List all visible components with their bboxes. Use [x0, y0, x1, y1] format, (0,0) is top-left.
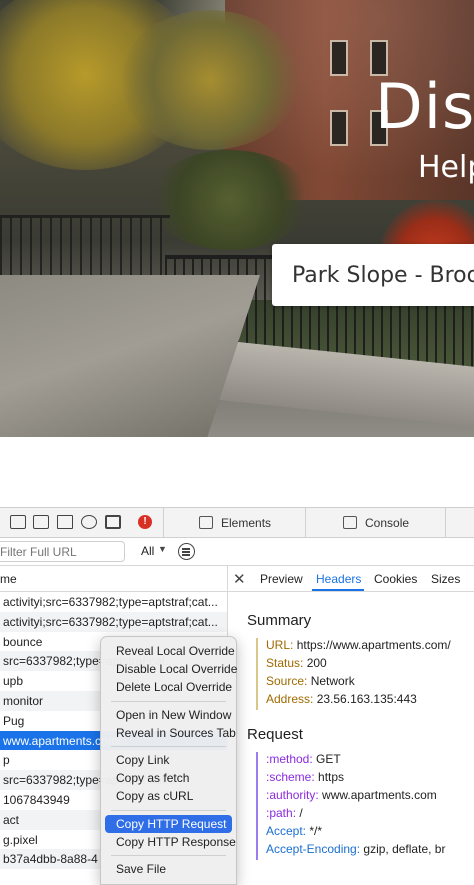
requests-column-header[interactable]: me — [0, 566, 228, 592]
menu-item-reveal-in-sources-tab[interactable]: Reveal in Sources Tab — [105, 724, 236, 742]
hero-image: Disc Help Park Slope - Broo — [0, 0, 474, 437]
summary-heading: Summary — [247, 612, 312, 629]
summary-row: URL: https://www.apartments.com/ — [266, 638, 451, 652]
elements-icon — [199, 516, 213, 529]
detail-tab-bar: ✕ Preview Headers Cookies Sizes — [228, 566, 474, 592]
close-icon[interactable]: ✕ — [233, 570, 246, 588]
device-mode-icon[interactable] — [105, 515, 121, 529]
undock-window-icon[interactable] — [57, 515, 73, 529]
summary-row: Status: 200 — [266, 656, 327, 670]
summary-block: URL: https://www.apartments.com/ Status:… — [256, 638, 451, 710]
request-header-row: Accept: */* — [266, 824, 323, 838]
inspect-crosshair-icon[interactable] — [81, 515, 97, 529]
menu-item-save-file[interactable]: Save File — [105, 860, 232, 878]
tab-console[interactable]: Console — [343, 508, 409, 538]
hero-title: Disc — [375, 70, 474, 143]
menu-separator — [111, 745, 226, 747]
devtools-toolbar: ! Elements Console — [0, 508, 474, 538]
resource-type-select[interactable]: All — [141, 544, 154, 558]
tab-sizes[interactable]: Sizes — [431, 572, 460, 586]
request-headers-block: :method: GET :scheme: https :authority: … — [256, 752, 445, 860]
tab-headers[interactable]: Headers — [316, 572, 361, 586]
menu-separator — [111, 809, 226, 811]
menu-separator — [111, 700, 226, 702]
tab-preview[interactable]: Preview — [260, 572, 303, 586]
menu-item-reveal-local-override[interactable]: Reveal Local Override — [105, 642, 235, 660]
filter-options-icon[interactable] — [178, 543, 195, 560]
request-heading: Request — [247, 726, 303, 743]
request-row[interactable]: activityi;src=6337982;type=aptstraf;cat.… — [0, 611, 227, 632]
menu-item-copy-http-response[interactable]: Copy HTTP Response — [105, 833, 236, 851]
menu-item-disable-local-override[interactable]: Disable Local Override — [105, 660, 237, 678]
tab-cookies[interactable]: Cookies — [374, 572, 417, 586]
summary-row: Address: 23.56.163.135:443 — [266, 692, 417, 706]
menu-item-copy-as-curl[interactable]: Copy as cURL — [105, 787, 232, 805]
network-filter-bar: Filter Full URL All ▼ — [0, 538, 474, 566]
dock-right-icon[interactable] — [33, 515, 49, 529]
context-menu: Reveal Local Override Disable Local Overr… — [100, 636, 237, 885]
menu-item-copy-http-request[interactable]: Copy HTTP Request — [105, 814, 232, 833]
error-icon[interactable]: ! — [138, 515, 152, 529]
summary-row: Source: Network — [266, 674, 355, 688]
dock-left-icon[interactable] — [10, 515, 26, 529]
active-tab-indicator — [312, 589, 364, 591]
chevron-down-icon: ▼ — [158, 544, 167, 554]
menu-item-copy-link[interactable]: Copy Link — [105, 751, 232, 769]
request-header-row: Accept-Encoding: gzip, deflate, br — [266, 842, 446, 856]
hero-subtitle: Help — [418, 150, 474, 185]
request-header-row: :method: GET — [266, 752, 341, 766]
filter-url-input[interactable]: Filter Full URL — [0, 541, 125, 562]
request-header-row: :path: / — [266, 806, 303, 820]
request-header-row: :scheme: https — [266, 770, 345, 784]
sidewalk — [0, 275, 261, 437]
menu-item-delete-local-override[interactable]: Delete Local Override — [105, 678, 232, 696]
menu-item-open-in-new-window[interactable]: Open in New Window — [105, 706, 232, 724]
request-row[interactable]: activityi;src=6337982;type=aptstraf;cat.… — [0, 592, 227, 612]
menu-item-copy-as-fetch[interactable]: Copy as fetch — [105, 769, 232, 787]
tab-elements[interactable]: Elements — [199, 508, 271, 538]
devtools-panel: ! Elements Console Filter Full URL All ▼… — [0, 507, 474, 885]
request-header-row: :authority: www.apartments.com — [266, 788, 437, 802]
menu-separator — [111, 854, 226, 856]
console-icon — [343, 516, 357, 529]
location-search-input[interactable]: Park Slope - Broo — [272, 244, 474, 306]
headers-detail-pane: Summary URL: https://www.apartments.com/… — [228, 592, 474, 885]
